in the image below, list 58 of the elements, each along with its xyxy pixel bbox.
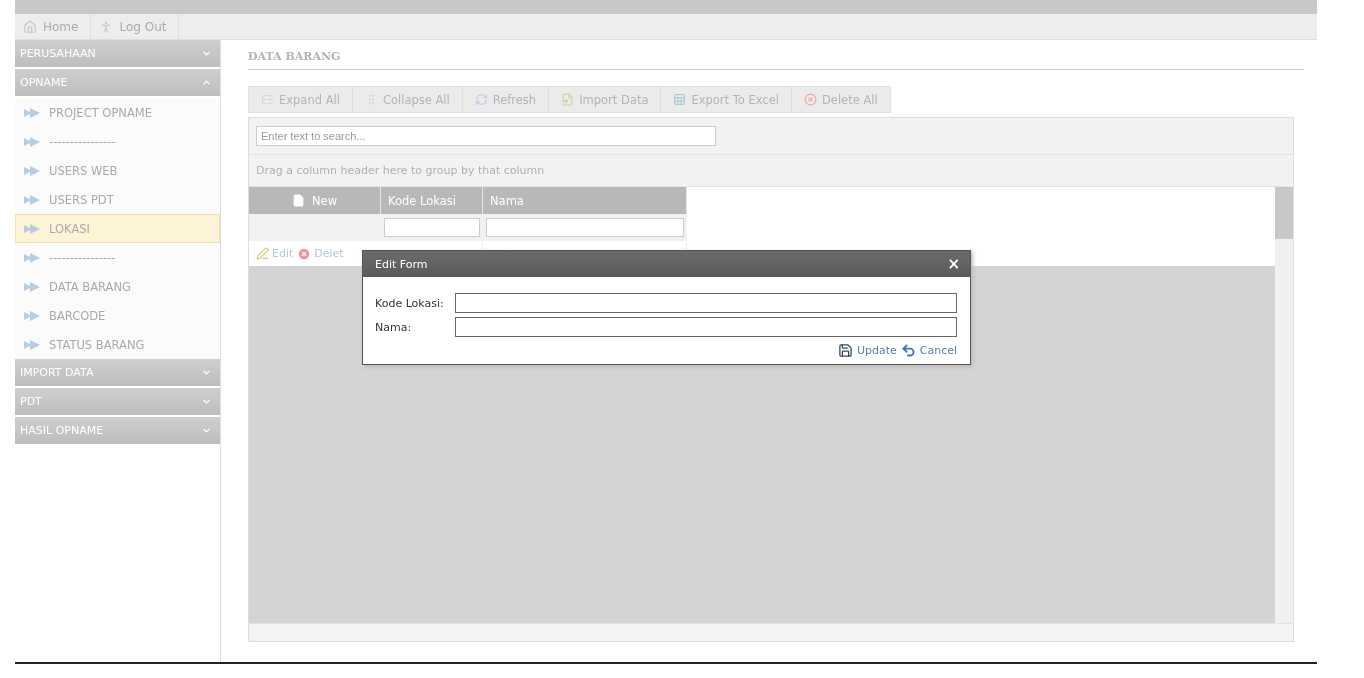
tree-icon [261, 93, 274, 106]
sidebar-group[interactable]: PERUSAHAAN [15, 40, 220, 67]
undo-icon [900, 343, 916, 358]
column-header[interactable]: Nama [483, 187, 687, 214]
arrow-icon [23, 164, 41, 177]
spreadsheet-icon [673, 93, 687, 106]
filter-field[interactable] [384, 218, 480, 237]
filter-field[interactable] [486, 218, 684, 237]
sidebar-item[interactable]: USERS PDT [15, 185, 220, 214]
sidebar-group[interactable]: HASIL OPNAME [15, 417, 220, 444]
arrow-icon [23, 222, 41, 235]
column-header[interactable]: Kode Lokasi [381, 187, 483, 214]
delete-link[interactable]: Delet [297, 246, 344, 261]
chevron-up-icon [201, 77, 212, 88]
refresh-icon [474, 93, 488, 106]
arrow-icon [23, 251, 41, 264]
arrow-icon [23, 309, 41, 322]
update-button[interactable]: Update [837, 343, 897, 358]
sidebar-item[interactable]: STATUS BARANG [15, 330, 220, 359]
field-label: Nama: [375, 320, 413, 334]
input-field[interactable] [455, 317, 957, 337]
arrow-icon [23, 193, 41, 206]
arrow-icon [23, 280, 41, 293]
arrow-icon [23, 338, 41, 351]
pen-icon [256, 247, 269, 260]
home-icon [23, 19, 37, 34]
input-field[interactable] [455, 293, 957, 313]
arrow-icon [23, 135, 41, 148]
chevron-down-icon [201, 425, 212, 436]
chevron-down-icon [201, 396, 212, 407]
new-button[interactable]: New [249, 187, 381, 214]
delete-icon [803, 93, 817, 106]
arrow-icon [23, 106, 41, 119]
chevron-down-icon [201, 48, 212, 59]
delete-icon [297, 246, 312, 261]
import-icon [561, 93, 575, 106]
chevron-down-icon [201, 367, 212, 378]
sidebar-item[interactable]: DATA BARANG [15, 272, 220, 301]
nav-link[interactable]: Log Out [91, 14, 180, 39]
sidebar-item[interactable]: LOKASI [15, 214, 220, 243]
search-field[interactable]: Enter text to search... [256, 126, 716, 146]
edit-link[interactable]: Edit [256, 247, 294, 260]
file-icon [291, 194, 305, 207]
sidebar-item[interactable]: BARCODE [15, 301, 220, 330]
cancel-button[interactable]: Cancel [900, 343, 957, 358]
sidebar-item[interactable]: ---------------- [15, 127, 220, 156]
page-title: DATA BARANG [248, 50, 1304, 70]
nav-link[interactable]: Home [15, 14, 92, 39]
field-label: Kode Lokasi: [375, 296, 445, 310]
sidebar-item[interactable]: PROJECT OPNAME [15, 98, 220, 127]
sidebar-group[interactable]: PDT [15, 388, 220, 415]
sidebar-group[interactable]: OPNAME [15, 69, 220, 96]
sidebar-item[interactable]: ---------------- [15, 243, 220, 272]
close-button[interactable]: × [947, 255, 960, 273]
save-icon [837, 343, 853, 358]
dialog-title: Edit Form [375, 257, 428, 271]
sidebar-group[interactable]: IMPORT DATA [15, 359, 220, 386]
sidebar-item[interactable]: USERS WEB [15, 156, 220, 185]
